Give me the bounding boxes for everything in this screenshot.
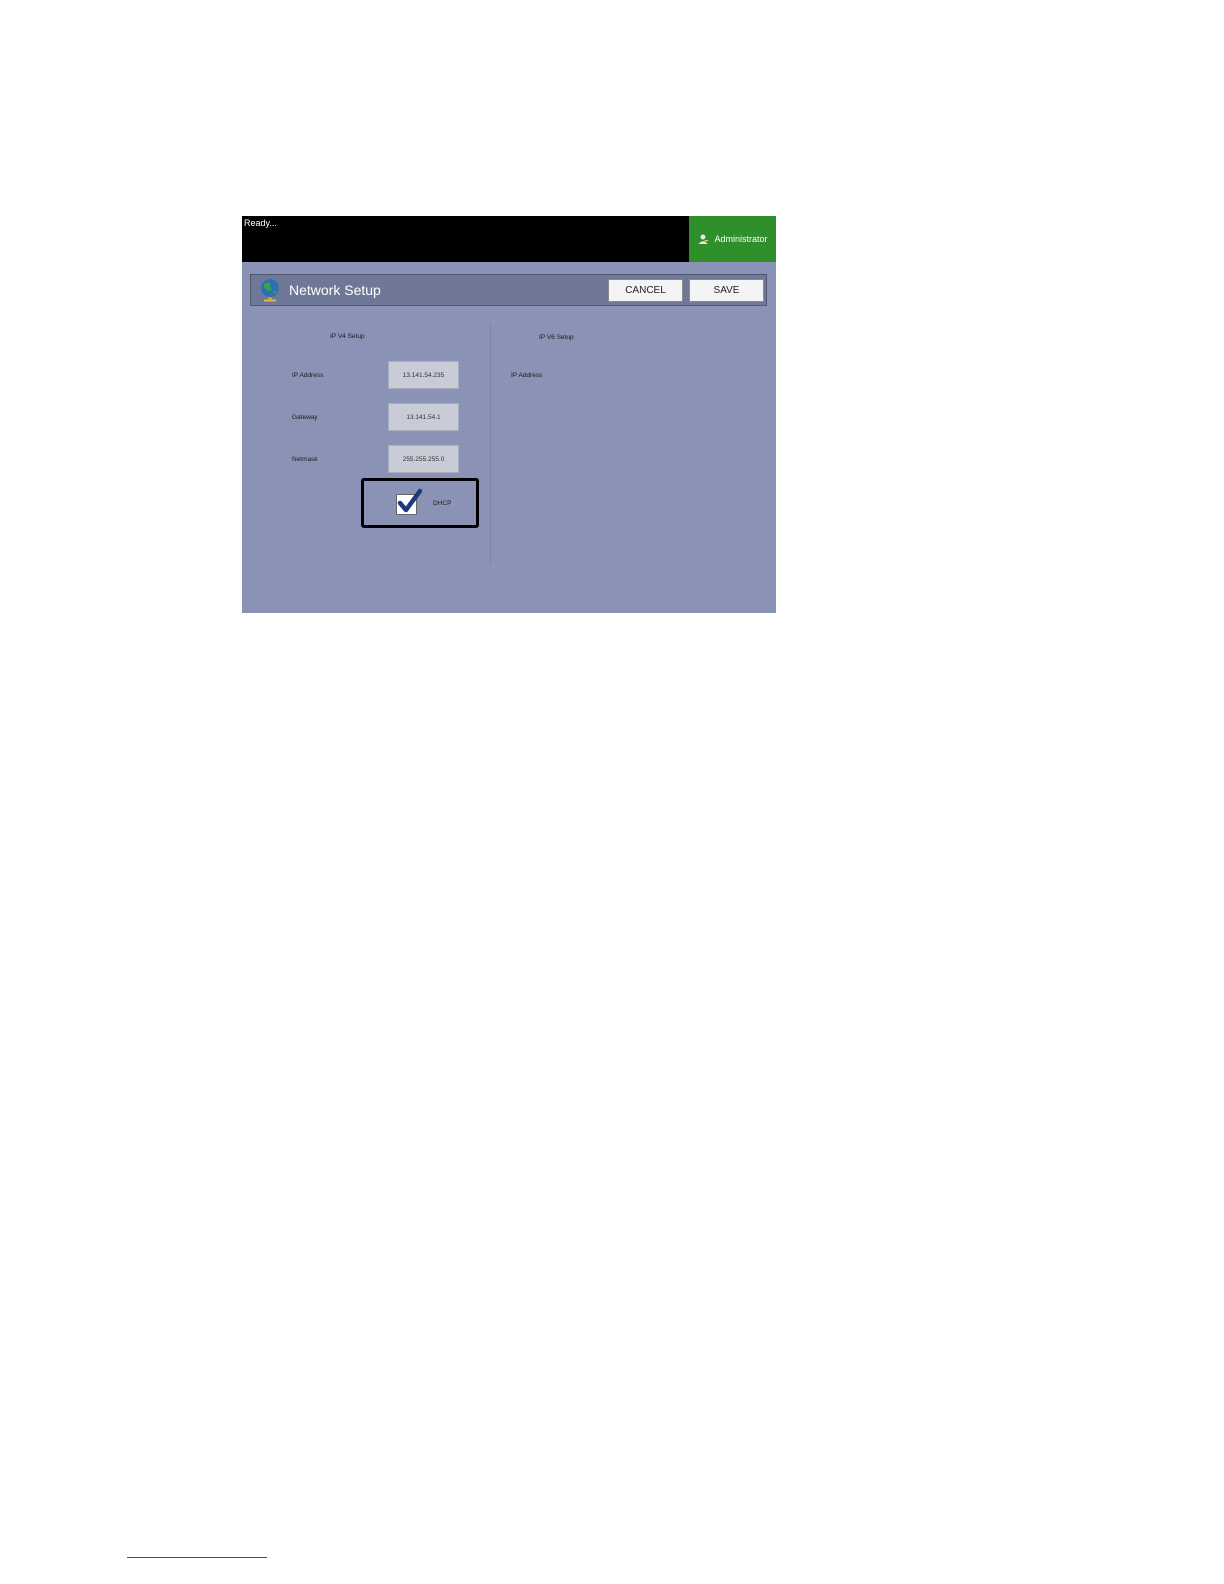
title-bar: Network Setup CANCEL SAVE [250, 274, 767, 306]
ipv4-ip-address-field[interactable]: 13.141.54.235 [388, 361, 459, 389]
administrator-label: Administrator [714, 234, 768, 244]
save-button[interactable]: SAVE [689, 279, 764, 302]
administrator-button[interactable]: Administrator [689, 216, 776, 262]
status-text: Ready... [244, 218, 277, 228]
status-bar: Ready... Administrator [242, 216, 776, 262]
ipv6-heading: IP V6 Setup [539, 334, 574, 341]
netmask-label: Netmask [292, 456, 318, 463]
ipv4-ip-address-label: IP Address [292, 372, 324, 379]
ipv4-heading: IP V4 Setup [330, 333, 365, 340]
network-setup-screen: Ready... Administrator Network Setup CAN… [242, 216, 776, 613]
user-key-icon [698, 234, 709, 244]
gateway-field[interactable]: 13.141.54.1 [388, 403, 459, 431]
cancel-button[interactable]: CANCEL [608, 279, 683, 302]
page-title: Network Setup [289, 282, 381, 298]
checkmark-icon [397, 488, 423, 513]
dhcp-checkbox[interactable]: DHCP [361, 478, 479, 528]
dhcp-checkbox-box[interactable] [396, 488, 423, 515]
netmask-field[interactable]: 255.255.255.0 [388, 445, 459, 473]
dhcp-label: DHCP [433, 500, 452, 507]
ipv6-ip-address-label: IP Address [511, 372, 543, 379]
gateway-label: Gateway [292, 414, 318, 421]
globe-icon [261, 279, 279, 302]
footnote-separator [127, 1557, 267, 1558]
section-divider [490, 324, 491, 564]
